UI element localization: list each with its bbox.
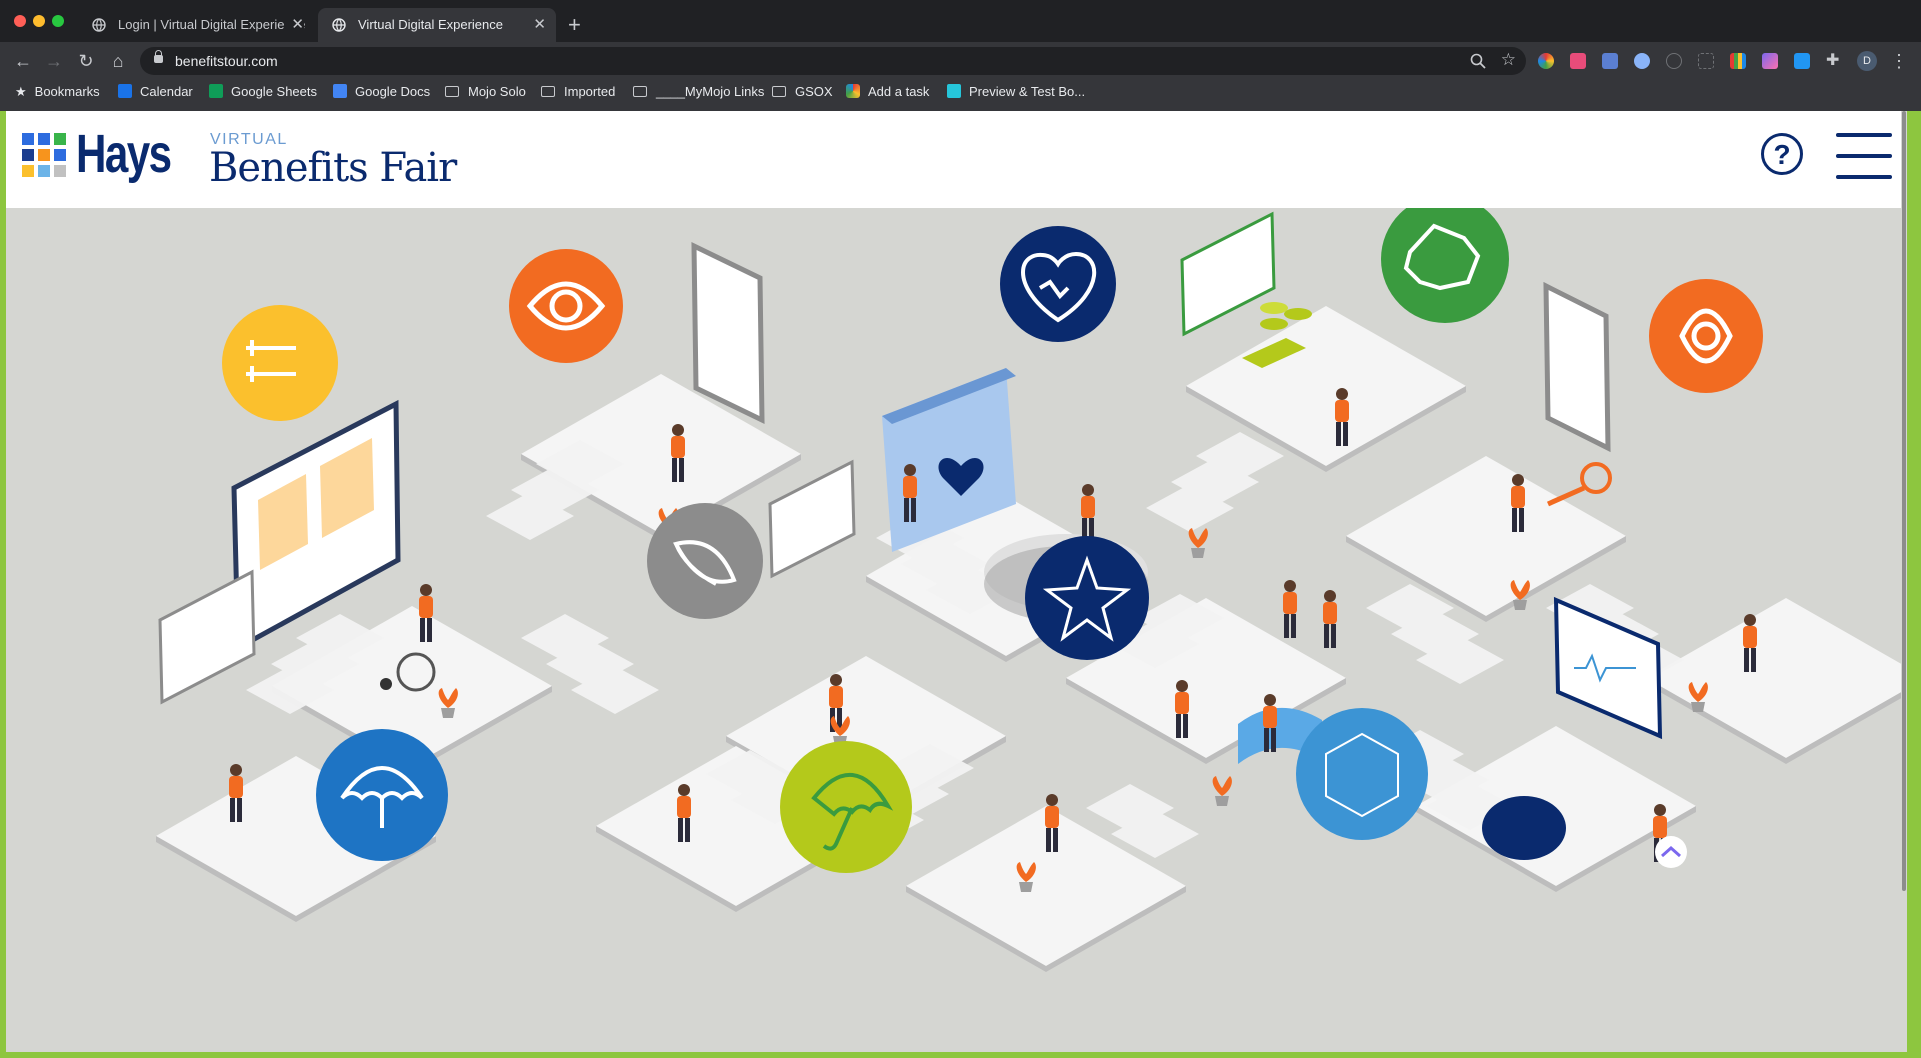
task-icon [846,84,860,98]
chat-widget-button[interactable] [1655,836,1687,868]
profile-avatar[interactable]: D [1857,51,1877,71]
booth-rewards-button[interactable] [1025,536,1149,660]
info-board [158,569,256,705]
reload-button[interactable]: ↻ [75,50,97,72]
bookmark-item[interactable]: Imported [541,80,615,104]
booth-coverage-button[interactable] [780,741,912,873]
bookmark-item[interactable]: Preview & Test Bo... [947,80,1085,104]
bookmark-item[interactable]: Google Docs [333,80,430,104]
calendar-icon [118,84,132,98]
forward-button[interactable]: → [43,50,65,72]
extension-icon-2[interactable] [1570,53,1586,69]
address-bar[interactable]: benefitstour.com ☆ [140,47,1526,75]
browser-toolbar: ← → ↻ ⌂ benefitstour.com ☆ ✚ D ⋮ [0,42,1921,80]
page-scrollbar[interactable] [1901,111,1907,1052]
zoom-window-button[interactable] [52,15,64,27]
docs-icon [333,84,347,98]
puzzle-icon[interactable]: ✚ [1826,53,1842,69]
url-text: benefitstour.com [175,53,278,69]
folder-icon [772,86,786,97]
info-icon[interactable] [1666,53,1682,69]
lock-icon [154,50,163,63]
benefits-fair-scene [156,208,1907,972]
extension-icon-5[interactable] [1730,53,1746,69]
bookmark-item[interactable]: Add a task [846,80,929,104]
new-tab-button[interactable]: + [568,10,581,40]
browser-tab-bar: Login | Virtual Digital Experience ✕ Vir… [0,0,1921,42]
person-figure [1081,484,1095,542]
extension-icon-4[interactable] [1634,53,1650,69]
plant [1212,776,1232,806]
bookmark-star-icon[interactable]: ☆ [1501,50,1516,70]
tab-title: Login | Virtual Digital Experience [118,17,306,32]
site-title: Benefits Fair [209,145,457,191]
booth-wellness-button[interactable] [1296,708,1428,840]
extension-icon-1[interactable] [1538,53,1554,69]
person-figure [1283,580,1297,638]
health-monitor-board [1553,596,1663,740]
folder-icon [445,86,459,97]
hays-logo-mark[interactable] [22,133,66,177]
booth-heart-health-button[interactable] [1000,226,1116,342]
extension-icon-3[interactable] [1602,53,1618,69]
site-header: Hays VIRTUAL Benefits Fair ? [6,111,1907,208]
globe-icon [92,18,106,32]
page-content: Hays VIRTUAL Benefits Fair ? [6,111,1907,1052]
bookmark-item[interactable]: ____MyMojo Links [633,80,764,104]
info-board [768,459,856,579]
beanbag [1482,796,1566,860]
profile-initial: D [1863,55,1871,67]
video-call-screen [231,399,401,653]
phone-screen [691,241,765,425]
tab-login[interactable]: Login | Virtual Digital Experience ✕ [78,8,314,42]
bookmark-item[interactable]: GSOX [772,80,833,104]
hays-logo-text[interactable]: Hays [76,123,172,185]
close-tab-icon[interactable]: ✕ [533,8,546,42]
tab-title: Virtual Digital Experience [358,17,503,32]
zoom-icon[interactable] [1470,53,1486,69]
booth-crutches-button[interactable] [222,305,338,421]
booth-vision-button-2[interactable] [1649,279,1763,393]
browser-menu-button[interactable]: ⋮ [1888,50,1910,72]
help-button[interactable]: ? [1761,133,1803,175]
clickup-extension-icon[interactable] [1762,53,1778,69]
booth-vision-button[interactable] [509,249,623,363]
close-tab-icon[interactable]: ✕ [285,8,304,42]
home-button[interactable]: ⌂ [107,50,129,72]
bookmark-item[interactable]: Calendar [118,80,193,104]
sheets-icon [209,84,223,98]
booth-insurance-button[interactable] [316,729,448,861]
star-icon: ★ [15,84,27,99]
bookmark-item[interactable]: Google Sheets [209,80,317,104]
hamburger-menu-button[interactable] [1836,133,1892,181]
folder-icon [633,86,647,97]
bookmarks-bar: ★ Bookmarks Calendar Google Sheets Google… [0,80,1921,111]
tab-benefits-fair[interactable]: Virtual Digital Experience ✕ [318,8,556,42]
scrollbar-thumb[interactable] [1902,111,1906,891]
booth-travel-button[interactable] [1381,208,1509,323]
preview-icon [947,84,961,98]
globe-icon [332,18,346,32]
phone-screen [1543,281,1611,453]
person-figure [1323,590,1337,648]
booth-dental-button[interactable] [647,503,763,619]
close-window-button[interactable] [14,15,26,27]
download-extension-icon[interactable] [1794,53,1810,69]
plant [1188,528,1208,558]
minimize-window-button[interactable] [33,15,45,27]
booth-platform[interactable] [1646,598,1907,764]
screenshot-icon[interactable] [1698,53,1714,69]
bookmark-item[interactable]: ★ Bookmarks [15,80,100,104]
magnifier-icon [1546,462,1612,507]
bookmark-item[interactable]: Mojo Solo [445,80,526,104]
back-button[interactable]: ← [12,50,34,72]
info-board [1180,211,1276,337]
folder-icon [541,86,555,97]
